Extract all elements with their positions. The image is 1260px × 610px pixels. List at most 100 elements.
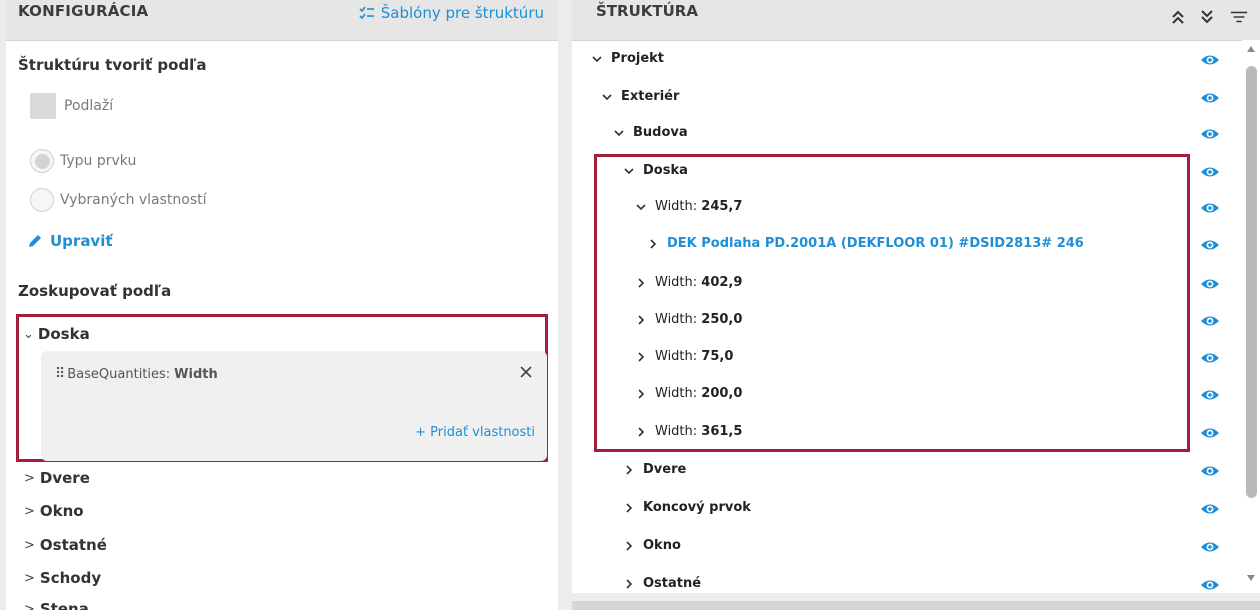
tree-row[interactable]: Width: 402,9	[636, 275, 742, 290]
eye-icon[interactable]	[1200, 201, 1220, 215]
chevron-right-icon	[626, 464, 633, 475]
eye-icon[interactable]	[1200, 540, 1220, 554]
configuration-header: KONFIGURÁCIA Šablóny pre štruktúru	[6, 0, 558, 41]
structure-templates-label: Šablóny pre štruktúru	[380, 4, 544, 22]
chevron-right-icon	[626, 578, 633, 589]
chevron-down-icon	[636, 203, 646, 210]
chevron-right-icon	[638, 277, 645, 288]
eye-icon[interactable]	[1200, 464, 1220, 478]
tree-row-label: Width:	[655, 199, 698, 214]
scroll-up-icon[interactable]	[1246, 45, 1256, 53]
eye-icon[interactable]	[1200, 502, 1220, 516]
tree-row-label: Doska	[643, 163, 688, 178]
tree-row-label: Dvere	[643, 462, 687, 477]
floors-checkbox[interactable]	[30, 93, 56, 119]
tree-row[interactable]: Okno	[624, 538, 681, 553]
group-property-card: ⠿ BaseQuantities: Width + Pridať vlastno…	[41, 351, 547, 461]
chevron-right-icon: >	[24, 570, 35, 586]
collapse-all-icon[interactable]	[1169, 8, 1187, 26]
tree-row-element-link[interactable]: DEK Podlaha PD.2001A (DEKFLOOR 01) #DSID…	[667, 236, 1084, 251]
list-check-icon	[359, 6, 374, 20]
filter-icon[interactable]	[1230, 8, 1248, 26]
group-item-label: Schody	[39, 569, 102, 587]
bottom-panel-edge	[572, 601, 1260, 610]
tree-row[interactable]: Width: 200,0	[636, 386, 742, 401]
group-doska-label: Doska	[37, 325, 90, 343]
radio-selected-properties-label: Vybraných vlastností	[60, 192, 207, 208]
eye-icon[interactable]	[1200, 91, 1220, 105]
scroll-down-icon[interactable]	[1246, 574, 1256, 582]
tree-row-label: Width:	[655, 312, 698, 327]
tree-row[interactable]: Doska	[624, 163, 688, 178]
eye-icon[interactable]	[1200, 165, 1220, 179]
radio-selected-properties-row[interactable]: Vybraných vlastností	[30, 188, 207, 212]
tree-row[interactable]: DEK Podlaha PD.2001A (DEKFLOOR 01) #DSID…	[648, 236, 1084, 251]
tree-row-value: 361,5	[701, 424, 743, 439]
tree-row[interactable]: Width: 245,7	[636, 199, 742, 214]
tree-row[interactable]: Exteriér	[602, 89, 679, 104]
eye-icon[interactable]	[1200, 426, 1220, 440]
radio-selected-properties[interactable]	[30, 188, 54, 212]
tree-row-label: Width:	[655, 424, 698, 439]
radio-selected-dot	[34, 153, 50, 169]
eye-icon[interactable]	[1200, 388, 1220, 402]
chevron-right-icon	[650, 238, 657, 249]
chevron-right-icon: >	[24, 601, 35, 610]
tree-row-label: Projekt	[611, 51, 665, 66]
chevron-down-icon	[614, 129, 624, 136]
tree-row-value: 75,0	[701, 349, 734, 364]
tree-row[interactable]: Budova	[614, 125, 688, 140]
group-item-okno[interactable]: > Okno	[24, 502, 84, 520]
group-item-ostatne[interactable]: > Ostatné	[24, 536, 107, 554]
add-property-link[interactable]: + Pridať vlastnosti	[415, 425, 535, 440]
tree-row[interactable]: Koncový prvok	[624, 500, 751, 515]
tree-row[interactable]: Width: 361,5	[636, 424, 742, 439]
group-by-title: Zoskupovať podľa	[18, 282, 172, 300]
radio-element-type-label: Typu prvku	[60, 153, 137, 169]
group-doska-toggle[interactable]: ⌄ Doska	[23, 325, 90, 343]
radio-element-type-row[interactable]: Typu prvku	[30, 149, 136, 173]
eye-icon[interactable]	[1200, 314, 1220, 328]
floors-checkbox-row[interactable]: Podlaží	[30, 93, 113, 119]
radio-element-type[interactable]	[30, 149, 54, 173]
scroll-thumb[interactable]	[1246, 66, 1257, 498]
chevron-right-icon	[638, 351, 645, 362]
chevron-down-icon	[592, 55, 602, 62]
drag-handle-icon[interactable]: ⠿	[55, 366, 65, 382]
tree-row[interactable]: Width: 75,0	[636, 349, 733, 364]
tree-row-label: Width:	[655, 275, 698, 290]
chevron-right-icon	[638, 314, 645, 325]
close-icon[interactable]	[517, 363, 535, 381]
tree-row[interactable]: Dvere	[624, 462, 686, 477]
configuration-title: KONFIGURÁCIA	[18, 2, 149, 20]
chevron-down-icon	[624, 167, 634, 174]
group-item-schody[interactable]: > Schody	[24, 569, 101, 587]
expanded-group-doska: ⌄ Doska ⠿ BaseQuantities: Width + Pridať…	[16, 314, 548, 462]
structure-templates-link[interactable]: Šablóny pre štruktúru	[359, 4, 544, 22]
eye-icon[interactable]	[1200, 351, 1220, 365]
tree-row-label: Exteriér	[621, 89, 680, 104]
expand-all-icon[interactable]	[1198, 8, 1216, 26]
eye-icon[interactable]	[1200, 53, 1220, 67]
tree-row[interactable]: Ostatné	[624, 576, 701, 591]
chevron-right-icon	[626, 540, 633, 551]
eye-icon[interactable]	[1200, 238, 1220, 252]
tree-row[interactable]: Projekt	[592, 51, 664, 66]
structure-title: ŠTRUKTÚRA	[596, 2, 698, 20]
chevron-right-icon: >	[24, 537, 35, 553]
chevron-right-icon: >	[24, 470, 35, 486]
group-item-dvere[interactable]: > Dvere	[24, 469, 90, 487]
eye-icon[interactable]	[1200, 277, 1220, 291]
tree-scrollbar[interactable]	[1242, 40, 1260, 593]
group-property-row[interactable]: ⠿ BaseQuantities: Width	[55, 366, 218, 382]
eye-icon[interactable]	[1200, 127, 1220, 141]
tree-row-value: 200,0	[701, 386, 743, 401]
structure-header: ŠTRUKTÚRA	[572, 0, 1260, 41]
group-item-label: Dvere	[39, 469, 90, 487]
tree-row[interactable]: Width: 250,0	[636, 312, 742, 327]
eye-icon[interactable]	[1200, 578, 1220, 592]
tree-row-value: 245,7	[701, 199, 743, 214]
chevron-right-icon: >	[24, 503, 35, 519]
group-item-stena[interactable]: > Stena	[24, 600, 89, 610]
edit-link[interactable]: Upraviť	[28, 232, 113, 250]
